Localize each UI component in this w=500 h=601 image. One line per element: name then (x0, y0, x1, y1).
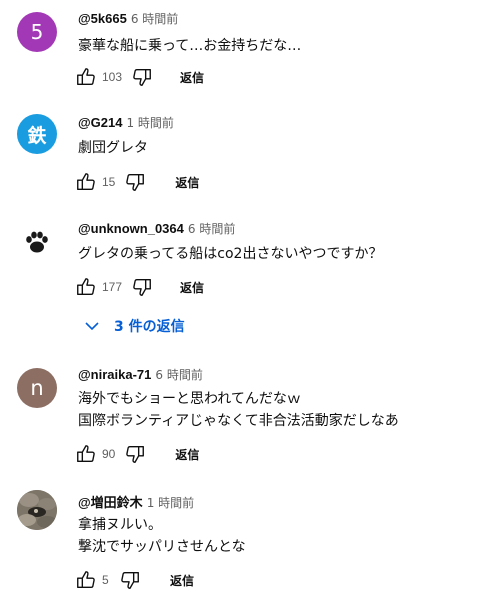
thumb-up-icon (75, 569, 97, 591)
thumb-down-icon (119, 569, 141, 591)
thumb-up-icon (75, 443, 97, 465)
comment-thread: @増田鈴木 1 時間前 拿捕ヌルい。 撃沈でサッパリさせんとな 5 返信 (0, 484, 500, 601)
like-count: 5 (102, 573, 109, 587)
thumb-down-icon (131, 276, 153, 298)
comment-time[interactable]: 6 時間前 (188, 220, 235, 237)
dislike-button[interactable] (121, 168, 149, 196)
comment-line: 国際ボランティアじゃなくて非合法活動家だしなあ (78, 413, 399, 429)
comment-line: 拿捕ヌルい。 (78, 517, 162, 533)
thumb-down-icon (124, 171, 146, 193)
like-count: 15 (102, 175, 116, 189)
comment-author[interactable]: @niraika-71 (78, 367, 151, 382)
dislike-button[interactable] (121, 440, 149, 468)
comment-time[interactable]: 6 時間前 (131, 10, 178, 27)
comment-author[interactable]: @G214 (78, 115, 122, 130)
dislike-button[interactable] (128, 273, 156, 301)
comment-line: グレタの乗ってる船はco2出さないやつですか？ (78, 246, 383, 262)
photo-avatar (17, 490, 57, 530)
comment-line: 撃沈でサッパリさせんとな (78, 539, 246, 555)
comment-time[interactable]: 1 時間前 (126, 114, 173, 131)
like-button[interactable] (72, 566, 100, 594)
view-replies-button[interactable]: 3 件の返信 (84, 316, 185, 336)
comment-line: 劇団グレタ (78, 140, 148, 156)
comment-thread: 5 @5k665 6 時間前 豪華な船に乗って…お金持ちだな… 103 返信 (0, 0, 500, 100)
comment-author[interactable]: @増田鈴木 (78, 492, 143, 511)
thumb-up-icon (75, 171, 97, 193)
comment-text: 海外でもショーと思われてんだなｗ 国際ボランティアじゃなくて非合法活動家だしなあ (78, 388, 399, 432)
comment-time[interactable]: 1 時間前 (147, 494, 194, 511)
comment-author[interactable]: @unknown_0364 (78, 221, 184, 236)
avatar[interactable] (17, 222, 57, 262)
comment-text: グレタの乗ってる船はco2出さないやつですか？ (78, 243, 382, 265)
avatar[interactable]: 鉄 (17, 114, 57, 154)
comment-time[interactable]: 6 時間前 (155, 366, 202, 383)
like-count: 103 (102, 70, 123, 84)
dislike-button[interactable] (116, 566, 144, 594)
like-button[interactable] (72, 273, 100, 301)
reply-button[interactable]: 返信 (176, 63, 208, 92)
dislike-button[interactable] (128, 63, 156, 91)
like-count: 177 (102, 280, 123, 294)
reply-button[interactable]: 返信 (166, 566, 198, 595)
avatar[interactable]: 5 (17, 12, 57, 52)
comment-text: 豪華な船に乗って…お金持ちだな… (78, 35, 301, 57)
thumb-up-icon (75, 66, 97, 88)
avatar[interactable]: n (17, 368, 57, 408)
comment-thread: 鉄 @G214 1 時間前 劇団グレタ 15 返信 (0, 104, 500, 204)
comment-text: 劇団グレタ (78, 137, 148, 159)
comment-line: 豪華な船に乗って…お金持ちだな… (78, 38, 302, 54)
comment-author[interactable]: @5k665 (78, 11, 127, 26)
reply-button[interactable]: 返信 (171, 168, 203, 197)
like-button[interactable] (72, 440, 100, 468)
paw-icon (26, 231, 48, 253)
comment-thread: n @niraika-71 6 時間前 海外でもショーと思われてんだなｗ 国際ボ… (0, 358, 500, 478)
thumb-up-icon (75, 276, 97, 298)
comment-text: 拿捕ヌルい。 撃沈でサッパリさせんとな (78, 514, 246, 558)
thumb-down-icon (131, 66, 153, 88)
like-button[interactable] (72, 63, 100, 91)
avatar[interactable] (17, 490, 57, 530)
reply-button[interactable]: 返信 (171, 440, 203, 469)
view-replies-label: 3 件の返信 (114, 319, 185, 335)
like-count: 90 (102, 447, 116, 461)
comment-thread: @unknown_0364 6 時間前 グレタの乗ってる船はco2出さないやつで… (0, 210, 500, 345)
like-button[interactable] (72, 168, 100, 196)
chevron-down-icon (85, 322, 99, 331)
reply-button[interactable]: 返信 (176, 273, 208, 302)
comment-line: 海外でもショーと思われてんだなｗ (78, 391, 301, 407)
thumb-down-icon (124, 443, 146, 465)
